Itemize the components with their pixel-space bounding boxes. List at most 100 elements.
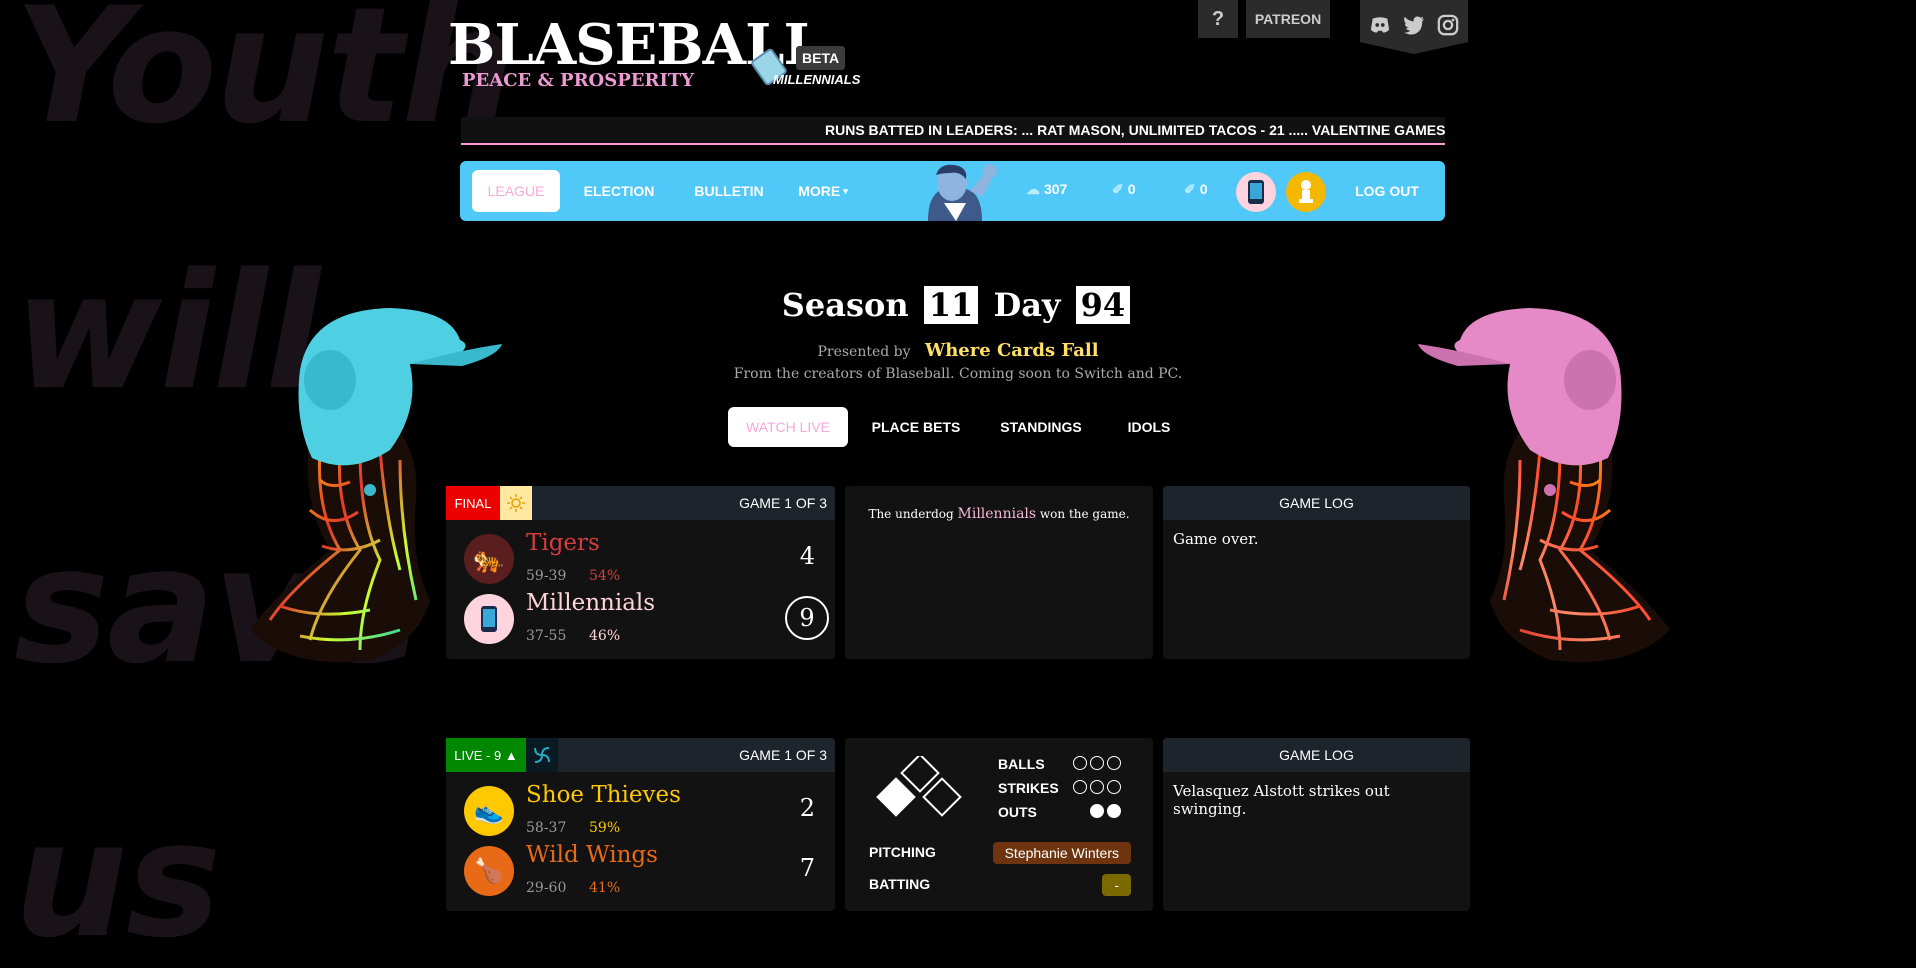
ball-dot xyxy=(1073,756,1087,770)
game1-scoreboard[interactable]: FINAL GAME 1 OF 3 🐅 Tigers 59-39 54% 4 M… xyxy=(446,486,835,659)
patreon-button[interactable]: PATREON xyxy=(1246,0,1330,38)
bg-text-line: us xyxy=(14,786,221,968)
presented-by-label: Presented by xyxy=(817,344,911,360)
vote-icon: ✐ xyxy=(1112,181,1124,197)
home-team-record: 37-55 xyxy=(526,628,567,644)
logo-subtitle: PEACE & PROSPERITY xyxy=(462,70,695,91)
away-score: 2 xyxy=(799,794,815,822)
game-status-badge: FINAL xyxy=(446,486,500,520)
game-log-header: GAME LOG xyxy=(1163,738,1470,772)
strike-dot xyxy=(1090,780,1104,794)
votes-value: 0 xyxy=(1127,181,1136,197)
sponsor-name[interactable]: Where Cards Fall xyxy=(925,340,1099,361)
home-score: 7 xyxy=(799,854,815,882)
away-team-odds: 59% xyxy=(589,820,621,836)
game-status-badge: LIVE - 9 ▲ xyxy=(446,738,526,772)
away-team-record: 58-37 xyxy=(526,820,567,836)
pitcher-name[interactable]: Stephanie Winters xyxy=(992,842,1131,864)
mascot-illustration xyxy=(928,164,997,221)
tab-watch-live[interactable]: WATCH LIVE xyxy=(728,407,848,447)
strike-dot xyxy=(1073,780,1087,794)
game-log-text: Velasquez Alstott strikes out swinging. xyxy=(1173,782,1390,818)
home-team-record: 29-60 xyxy=(526,880,567,896)
game-number: GAME 1 OF 3 xyxy=(739,747,827,763)
nav-logout[interactable]: LOG OUT xyxy=(1340,170,1434,212)
ball-dot xyxy=(1090,756,1104,770)
ticker-text: RUNS BATTED IN LEADERS: ... RAT MASON, U… xyxy=(825,122,1445,138)
home-team-odds: 46% xyxy=(589,628,621,644)
away-team-record: 59-39 xyxy=(526,568,567,584)
game-number: GAME 1 OF 3 xyxy=(739,495,827,511)
nav-league[interactable]: LEAGUE xyxy=(472,170,560,212)
help-button[interactable]: ? xyxy=(1198,0,1238,38)
nav-election[interactable]: ELECTION xyxy=(578,170,660,212)
nav-bulletin[interactable]: BULLETIN xyxy=(690,170,768,212)
game2-log: GAME LOG Velasquez Alstott strikes out s… xyxy=(1163,738,1470,911)
coins-value: 307 xyxy=(1044,181,1068,197)
idol-button[interactable] xyxy=(1286,172,1326,212)
snacks-stat[interactable]: ✐ 0 xyxy=(1184,181,1208,198)
site-logo[interactable]: BLASEBALL PEACE & PROSPERITY BETA MILLEN… xyxy=(448,14,860,91)
balls-indicator xyxy=(1073,756,1121,770)
away-team-name[interactable]: Tigers xyxy=(526,530,600,556)
votes-stat[interactable]: ✐ 0 xyxy=(1112,181,1136,198)
twitter-icon[interactable] xyxy=(1403,14,1425,36)
game-summary: The underdog Millennials won the game. xyxy=(845,486,1153,522)
away-team-name[interactable]: Shoe Thieves xyxy=(526,782,681,808)
balls-label: BALLS xyxy=(998,756,1045,772)
outs-label: OUTS xyxy=(998,804,1037,820)
sun-icon xyxy=(500,486,532,520)
team-logo-text: MILLENNIALS xyxy=(773,72,861,87)
strike-dot xyxy=(1107,780,1121,794)
phone-icon xyxy=(464,594,514,644)
home-team-odds: 41% xyxy=(589,880,621,896)
coins-stat[interactable]: ☁ 307 xyxy=(1026,181,1067,198)
day-label: Day xyxy=(993,286,1061,324)
day-number: 94 xyxy=(1075,286,1131,324)
away-team-odds: 54% xyxy=(589,568,621,584)
bases-diamond xyxy=(876,756,962,817)
snack-icon: ✐ xyxy=(1184,181,1196,197)
ball-dot xyxy=(1107,756,1121,770)
home-team-name[interactable]: Millennials xyxy=(526,590,655,616)
tab-standings[interactable]: STANDINGS xyxy=(990,407,1092,447)
strikes-label: STRIKES xyxy=(998,780,1059,796)
snacks-value: 0 xyxy=(1199,181,1208,197)
summary-prefix: The underdog xyxy=(868,507,954,521)
bg-text-line: Youth xyxy=(14,0,515,159)
instagram-icon[interactable] xyxy=(1437,14,1459,36)
trophy-icon xyxy=(1299,180,1313,203)
summary-team: Millennials xyxy=(957,506,1037,522)
summary-suffix: won the game. xyxy=(1039,507,1130,521)
wing-icon: 🍗 xyxy=(464,846,514,896)
season-label: Season xyxy=(781,286,909,324)
nav-more[interactable]: MORE ▾ xyxy=(792,170,854,212)
social-links xyxy=(1360,0,1468,54)
game-log-header: GAME LOG xyxy=(1163,486,1470,520)
batting-label: BATTING xyxy=(869,876,931,892)
tab-place-bets[interactable]: PLACE BETS xyxy=(866,407,966,447)
shoe-icon: 👟 xyxy=(464,786,514,836)
game-log-text: Game over. xyxy=(1173,530,1259,548)
batter-name[interactable]: - xyxy=(1102,874,1131,896)
tab-idols[interactable]: IDOLS xyxy=(1116,407,1182,447)
discord-icon[interactable] xyxy=(1369,14,1391,36)
tiger-icon: 🐅 xyxy=(464,534,514,584)
favorite-team-button[interactable] xyxy=(1236,172,1276,212)
game2-scoreboard[interactable]: LIVE - 9 ▲ GAME 1 OF 3 👟 Shoe Thieves 58… xyxy=(446,738,835,911)
news-ticker: RUNS BATTED IN LEADERS: ... RAT MASON, U… xyxy=(461,117,1445,145)
pitching-label: PITCHING xyxy=(869,844,936,860)
beta-badge: BETA xyxy=(796,46,846,70)
game1-summary-panel: The underdog Millennials won the game. xyxy=(845,486,1153,659)
strikes-indicator xyxy=(1073,780,1121,794)
utility-bar: ? PATREON xyxy=(1198,0,1330,38)
chevron-down-icon: ▾ xyxy=(843,185,848,196)
nav-more-label: MORE xyxy=(798,183,841,199)
season-number: 11 xyxy=(923,286,979,324)
out-dot xyxy=(1107,804,1121,818)
home-team-name[interactable]: Wild Wings xyxy=(526,842,658,868)
coin-icon: ☁ xyxy=(1026,181,1040,197)
out-dot xyxy=(1090,804,1104,818)
game2-header: LIVE - 9 ▲ GAME 1 OF 3 xyxy=(446,738,835,772)
away-score: 4 xyxy=(799,542,815,570)
